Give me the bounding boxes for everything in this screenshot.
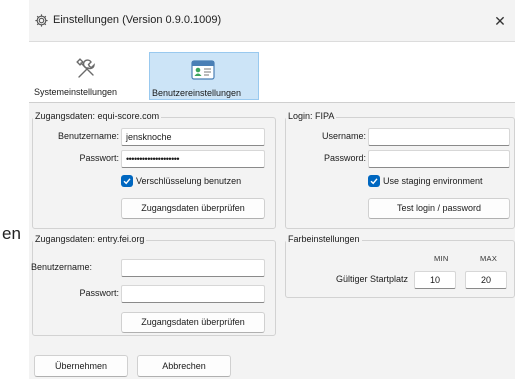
checkbox-label: Use staging environment <box>383 176 483 186</box>
close-icon: ✕ <box>494 13 506 29</box>
min-column-header: MIN <box>434 254 449 263</box>
gear-icon <box>34 13 49 28</box>
fei-check-credentials-button[interactable]: Zugangsdaten überprüfen <box>121 312 265 333</box>
fipa-login-group: Login: FIPA Username: Password: Use stag… <box>285 111 515 229</box>
username-label: Benutzername: <box>31 262 93 272</box>
start-slot-label: Gültiger Startplatz <box>335 274 408 284</box>
fipa-username-input[interactable] <box>368 128 510 146</box>
group-legend: Zugangsdaten: equi-score.com <box>33 111 162 121</box>
username-label: Benutzername: <box>57 131 119 141</box>
equi-score-credentials-group: Zugangsdaten: equi-score.com Benutzernam… <box>32 111 276 229</box>
fei-username-input[interactable] <box>121 259 265 277</box>
tab-systemeinstellungen[interactable]: Systemeinstellungen <box>32 52 144 100</box>
apply-button[interactable]: Übernehmen <box>34 355 128 377</box>
start-slot-min-input[interactable]: 10 <box>414 271 456 289</box>
tab-benutzereinstellungen[interactable]: Benutzereinstellungen <box>149 52 259 100</box>
title-bar: Einstellungen (Version 0.9.0.1009) ✕ <box>29 0 515 40</box>
equi-check-credentials-button[interactable]: Zugangsdaten überprüfen <box>121 198 265 219</box>
cancel-button[interactable]: Abbrechen <box>137 355 231 377</box>
checkmark-icon <box>368 175 380 187</box>
color-settings-group: Farbeinstellungen MIN MAX Gültiger Start… <box>285 234 515 298</box>
wrench-icon <box>74 56 100 82</box>
equi-password-input[interactable]: •••••••••••••••••••• <box>121 150 265 168</box>
settings-window: Einstellungen (Version 0.9.0.1009) ✕ Sys… <box>29 0 515 379</box>
staging-checkbox[interactable]: Use staging environment <box>368 175 483 188</box>
group-legend: Zugangsdaten: entry.fei.org <box>33 234 147 244</box>
encrypt-checkbox[interactable]: Verschlüsselung benutzen <box>121 175 241 188</box>
user-card-icon <box>190 57 216 83</box>
fipa-test-login-button[interactable]: Test login / password <box>368 198 510 219</box>
password-label: Passwort: <box>79 153 119 163</box>
username-label: Username: <box>321 131 366 141</box>
fei-credentials-group: Zugangsdaten: entry.fei.org Benutzername… <box>31 234 276 336</box>
fei-password-input[interactable] <box>121 285 265 303</box>
tab-label: Systemeinstellungen <box>34 87 118 97</box>
close-button[interactable]: ✕ <box>487 8 513 34</box>
background-text-fragment: en <box>2 224 21 243</box>
start-slot-max-input[interactable]: 20 <box>465 271 507 289</box>
password-label: Password: <box>323 153 366 163</box>
window-title: Einstellungen (Version 0.9.0.1009) <box>53 14 222 26</box>
password-label: Passwort: <box>79 288 119 298</box>
max-column-header: MAX <box>480 254 498 263</box>
fipa-password-input[interactable] <box>368 150 510 168</box>
group-legend: Farbeinstellungen <box>286 234 362 244</box>
equi-username-input[interactable]: jensknoche <box>121 128 265 146</box>
tab-label: Benutzereinstellungen <box>152 88 242 98</box>
checkmark-icon <box>121 175 133 187</box>
checkbox-label: Verschlüsselung benutzen <box>136 176 242 186</box>
settings-toolbar: Systemeinstellungen Benutzereinstellunge… <box>29 41 515 103</box>
group-legend: Login: FIPA <box>286 111 337 121</box>
